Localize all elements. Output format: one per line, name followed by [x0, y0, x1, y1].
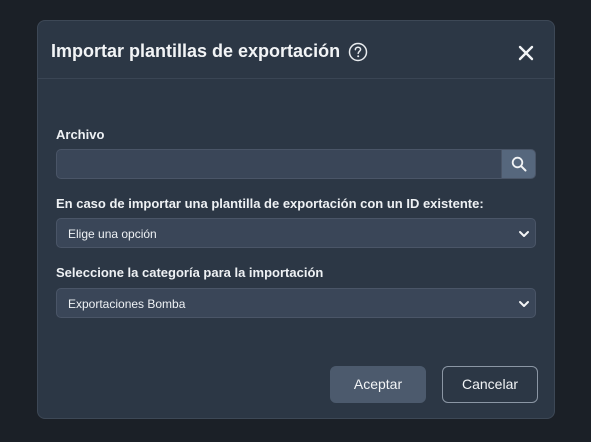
cancel-button[interactable]: Cancelar [442, 366, 538, 403]
dialog-header: Importar plantillas de exportación [38, 21, 554, 79]
file-input[interactable] [56, 149, 501, 179]
existing-id-select[interactable]: Elige una opción [56, 218, 536, 248]
import-templates-dialog: Importar plantillas de exportación Archi… [37, 20, 555, 419]
file-search-button[interactable] [501, 149, 536, 179]
chevron-down-icon [519, 301, 529, 307]
category-label: Seleccione la categoría para la importac… [56, 265, 324, 280]
search-icon [511, 156, 527, 172]
accept-button[interactable]: Aceptar [330, 366, 426, 403]
close-icon[interactable] [517, 44, 535, 62]
dialog-title: Importar plantillas de exportación [51, 41, 341, 61]
existing-id-selected-value: Elige una opción [68, 227, 157, 241]
category-select[interactable]: Exportaciones Bomba [56, 288, 536, 318]
chevron-down-icon [519, 231, 529, 237]
file-label: Archivo [56, 127, 105, 142]
existing-id-label: En caso de importar una plantilla de exp… [56, 196, 484, 211]
category-selected-value: Exportaciones Bomba [68, 297, 186, 311]
question-circle-icon[interactable] [348, 42, 368, 62]
